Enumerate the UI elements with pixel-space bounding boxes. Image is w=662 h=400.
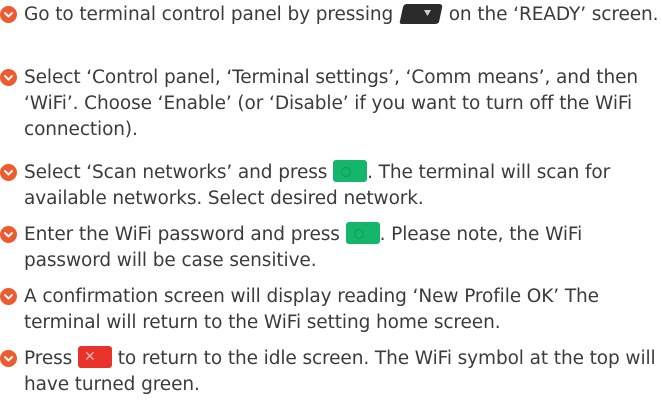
step-1-text: Go to terminal control panel by pressing… [24,4,659,25]
green-enter-key-icon [333,160,368,182]
chevron-bullet-icon [0,6,17,23]
chevron-bullet-icon [0,164,17,181]
chevron-bullet-icon [0,226,17,243]
step-4: Enter the WiFi password and press . Plea… [0,222,662,274]
green-enter-key-icon [345,222,380,244]
chevron-bullet-icon [0,350,17,367]
chevron-bullet-icon [0,288,17,305]
step-5-text: A confirmation screen will display readi… [24,286,599,333]
step-6-text: Press ✕ to return to the idle screen. Th… [24,346,656,395]
step-6: Press ✕ to return to the idle screen. Th… [0,346,662,398]
step-1: Go to terminal control panel by pressing… [0,2,662,28]
step-2: Select ‘Control panel, ‘Terminal setting… [0,65,662,143]
step-3-text: Select ‘Scan networks’ and press . The t… [24,160,611,209]
step-5: A confirmation screen will display readi… [0,284,662,336]
dark-nav-down-key-icon [399,4,443,24]
step-3: Select ‘Scan networks’ and press . The t… [0,160,662,212]
chevron-bullet-icon [0,69,17,86]
red-cancel-key-icon: ✕ [77,346,112,368]
step-4-text: Enter the WiFi password and press . Plea… [24,222,583,271]
instruction-list: Go to terminal control panel by pressing… [0,0,662,400]
step-2-text: Select ‘Control panel, ‘Terminal setting… [24,67,638,140]
